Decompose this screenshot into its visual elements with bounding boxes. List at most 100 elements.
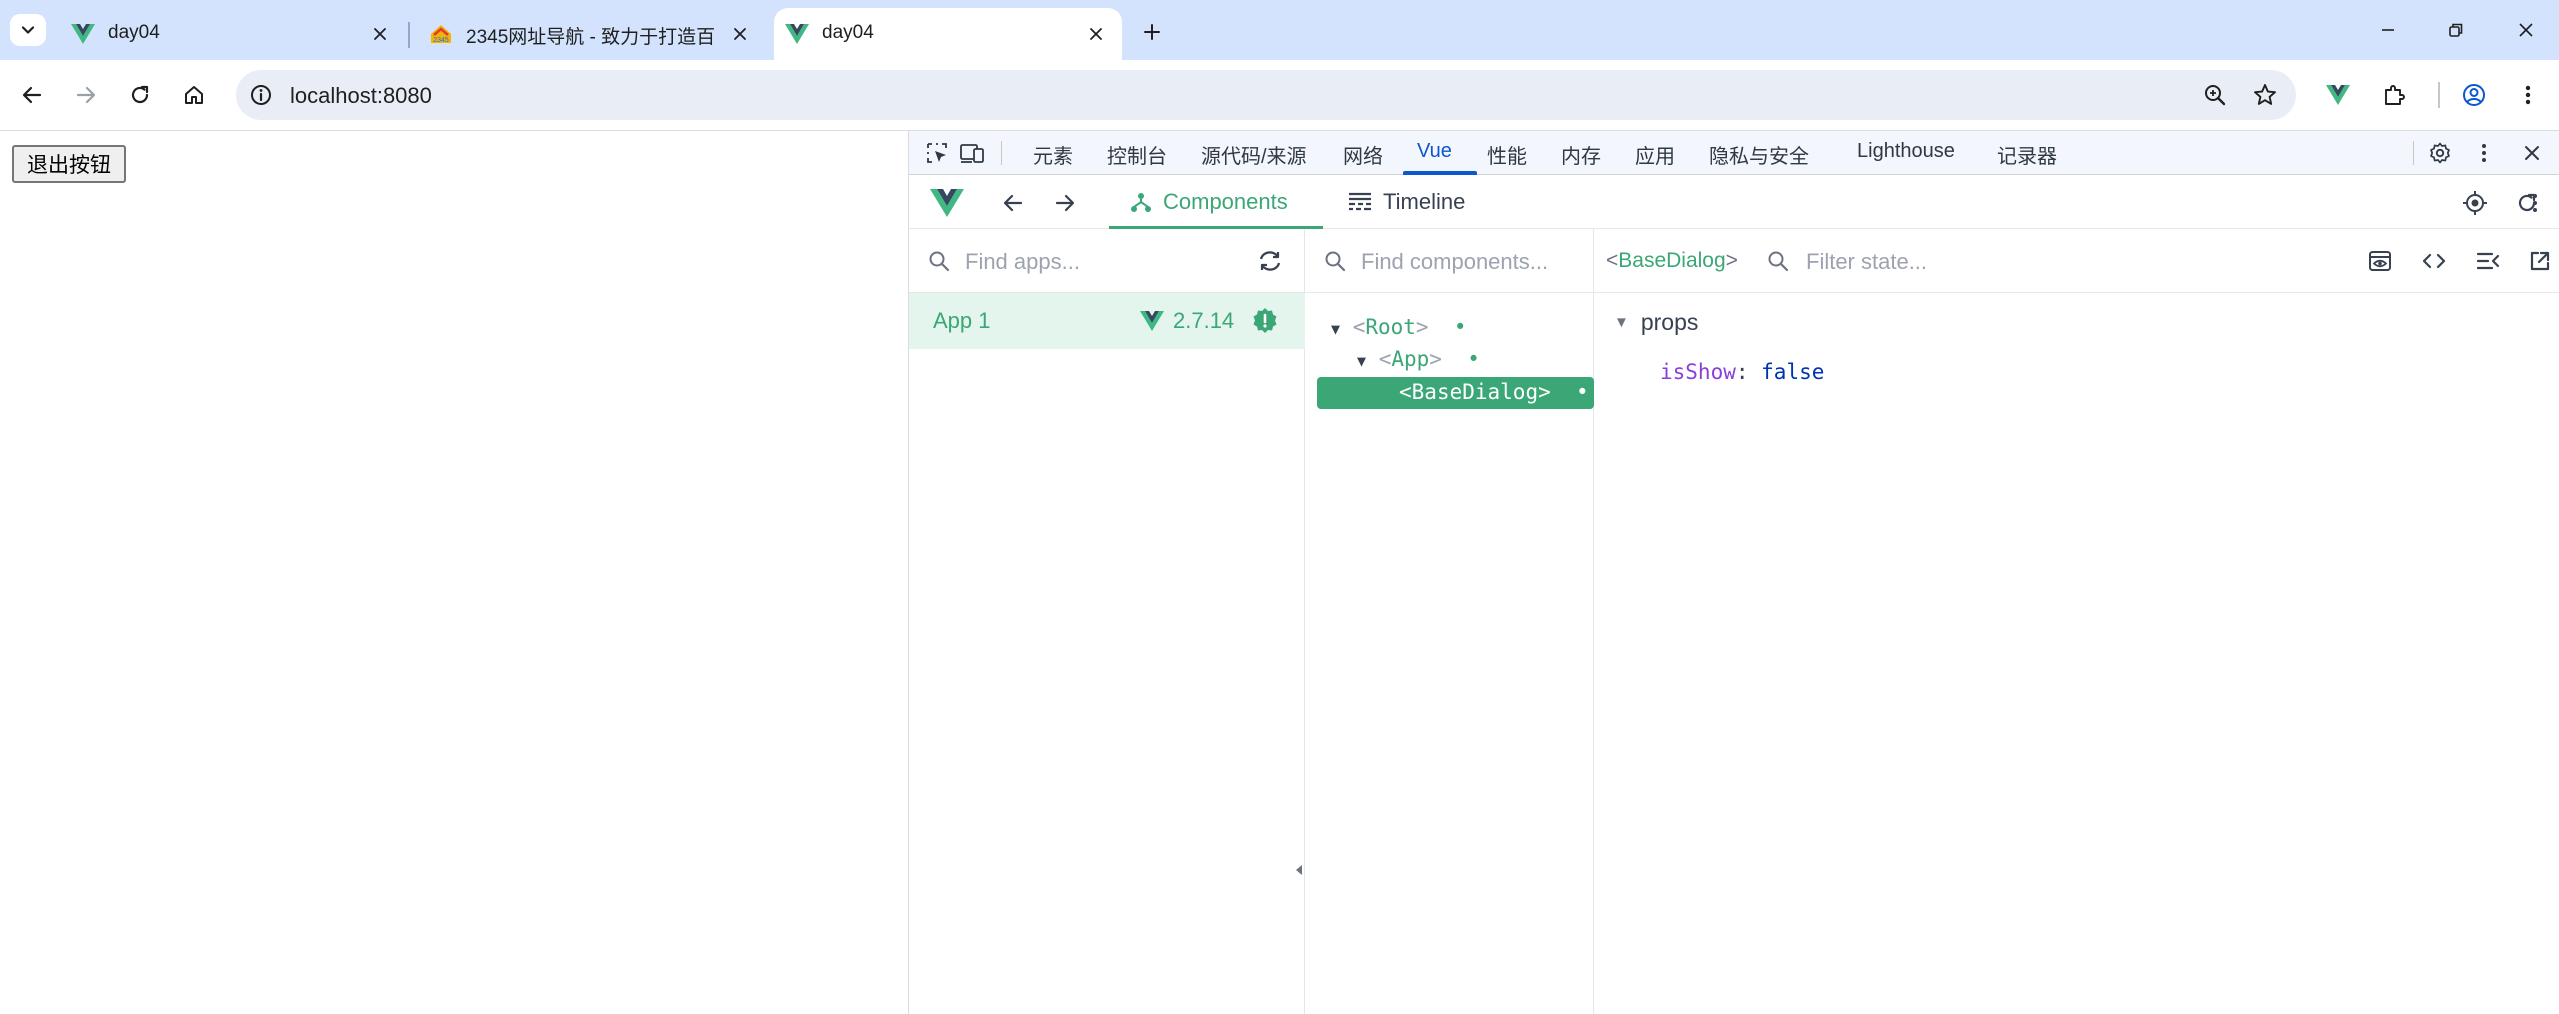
history-back-button[interactable]: [999, 189, 1027, 217]
inspect-element-button[interactable]: [924, 140, 950, 166]
devtools-tab-vue[interactable]: Vue: [1417, 140, 1452, 163]
arrow-right-icon: [76, 86, 96, 104]
vue-logo-icon: [785, 24, 809, 44]
browser-menu-button[interactable]: [2510, 77, 2546, 113]
tree-bracket: <: [1352, 315, 1366, 339]
tab-timeline[interactable]: Timeline: [1347, 189, 1465, 215]
devtools-tab-performance[interactable]: 性能: [1487, 140, 1527, 169]
minimize-icon: [2382, 29, 2394, 31]
extensions-button[interactable]: [2376, 77, 2412, 113]
minimize-button[interactable]: [2370, 14, 2406, 46]
devtools-tab-application[interactable]: 应用: [1635, 140, 1675, 169]
expand-triangle-icon[interactable]: ▼: [1357, 352, 1366, 370]
address-bar[interactable]: localhost:8080: [236, 70, 2296, 120]
vue-devtools-header: Components Timeline: [909, 175, 2559, 229]
new-tab-button[interactable]: [1134, 14, 1170, 50]
vue-logo-icon: [71, 24, 95, 44]
browser-tab-3-active[interactable]: day04: [774, 8, 1122, 60]
devtools-tab-network[interactable]: 网络: [1343, 140, 1383, 169]
devtools-tab-privacy-security[interactable]: 隐私与安全: [1709, 140, 1809, 169]
prop-row[interactable]: isShow: false: [1660, 360, 1824, 384]
devtools-close-button[interactable]: [2519, 140, 2545, 166]
history-forward-button[interactable]: [1051, 189, 1079, 217]
app-item[interactable]: App 1 2.7.14: [909, 293, 1305, 349]
devtools-settings-button[interactable]: [2427, 140, 2453, 166]
tree-node-basedialog[interactable]: <BaseDialog> •: [1399, 380, 1589, 404]
zoom-icon[interactable]: [2202, 82, 2228, 108]
tree-node-app[interactable]: ▼ <App> •: [1357, 347, 1480, 371]
device-icon: [960, 144, 984, 163]
more-vert-icon: [2525, 85, 2531, 105]
components-search[interactable]: Find components...: [1305, 229, 1593, 293]
account-circle-icon: [2463, 84, 2485, 106]
close-icon: [2525, 146, 2539, 160]
devtools-tab-recorder[interactable]: 记录器: [1997, 140, 2057, 169]
vue-devtools-extension-button[interactable]: [2320, 77, 2356, 113]
components-search-placeholder[interactable]: Find components...: [1361, 249, 1548, 275]
open-external-icon: [2530, 251, 2550, 271]
bookmark-star-icon[interactable]: [2252, 82, 2278, 108]
site-info-icon[interactable]: [248, 82, 274, 108]
exit-button[interactable]: 退出按钮: [12, 145, 126, 183]
tree-node-selected-row[interactable]: <BaseDialog> •: [1317, 377, 1594, 409]
close-icon[interactable]: [1084, 22, 1108, 46]
devtools-tab-console[interactable]: 控制台: [1107, 140, 1167, 169]
browser-tab-1[interactable]: day04: [50, 8, 402, 60]
expand-triangle-icon[interactable]: ▼: [1331, 320, 1340, 338]
app-version: 2.7.14: [1173, 308, 1235, 333]
state-filter-placeholder[interactable]: Filter state...: [1806, 249, 1927, 275]
scroll-to-component-button[interactable]: [2366, 247, 2394, 275]
profile-button[interactable]: [2456, 77, 2492, 113]
tab-search-button[interactable]: [10, 14, 46, 46]
url-text[interactable]: localhost:8080: [290, 83, 432, 109]
tree-bracket: <: [1378, 347, 1392, 371]
close-icon[interactable]: [728, 22, 752, 46]
devtools-tab-lighthouse[interactable]: Lighthouse: [1857, 140, 1955, 163]
target-icon: [2463, 191, 2487, 215]
collapse-triangle-icon[interactable]: ▼: [1614, 314, 1629, 331]
devtools-separator: [2413, 141, 2414, 165]
tab-components[interactable]: Components: [1129, 189, 1288, 215]
prop-value[interactable]: false: [1761, 360, 1824, 384]
apps-search-placeholder[interactable]: Find apps...: [965, 249, 1080, 275]
collapse-pane-handle[interactable]: [1292, 854, 1306, 886]
browser-tab-2[interactable]: 2345 2345网址导航 - 致力于打造百年: [412, 8, 768, 60]
timeline-icon: [1349, 192, 1371, 211]
close-icon: [2519, 23, 2533, 37]
tab-timeline-label: Timeline: [1383, 189, 1466, 214]
select-component-button[interactable]: [2461, 189, 2489, 217]
props-section-header[interactable]: ▼ props: [1614, 309, 1698, 336]
reload-button[interactable]: [122, 77, 158, 113]
devtools-tab-sources[interactable]: 源代码/来源: [1201, 140, 1307, 169]
back-button[interactable]: [14, 77, 50, 113]
components-tree-icon: [1131, 193, 1151, 212]
apps-search[interactable]: Find apps...: [909, 229, 1304, 293]
devtools-tab-elements[interactable]: 元素: [1033, 140, 1073, 169]
svg-text:2345: 2345: [433, 37, 449, 44]
open-in-editor-button[interactable]: [2526, 247, 2554, 275]
forward-button[interactable]: [68, 77, 104, 113]
devtools-menu-button[interactable]: [2471, 140, 2497, 166]
home-button[interactable]: [176, 77, 212, 113]
inspect-dom-button[interactable]: [2420, 247, 2448, 275]
tree-bracket: >: [1538, 380, 1551, 404]
close-icon[interactable]: [368, 22, 392, 46]
warning-badge-icon[interactable]: [1251, 307, 1279, 335]
tree-bracket: <: [1399, 380, 1412, 404]
arrow-left-icon: [22, 86, 42, 104]
chevron-down-icon: [21, 26, 35, 34]
plus-icon: [1144, 24, 1160, 40]
search-icon: [1768, 251, 1789, 272]
tree-node-name: BaseDialog: [1411, 380, 1539, 404]
tree-node-root[interactable]: ▼ <Root> •: [1331, 315, 1467, 339]
close-window-button[interactable]: [2508, 14, 2544, 46]
device-toolbar-button[interactable]: [959, 140, 985, 166]
render-code-button[interactable]: [2474, 247, 2502, 275]
puzzle-icon: [2385, 85, 2405, 105]
search-icon: [929, 251, 950, 272]
restore-button[interactable]: [2438, 14, 2474, 46]
component-tree-pane: Find components... ▼ <Root> • ▼ <App> • …: [1305, 229, 1594, 1014]
vue-more-button[interactable]: [2525, 189, 2545, 217]
sync-icon[interactable]: [1257, 249, 1283, 273]
devtools-tab-memory[interactable]: 内存: [1561, 140, 1601, 169]
